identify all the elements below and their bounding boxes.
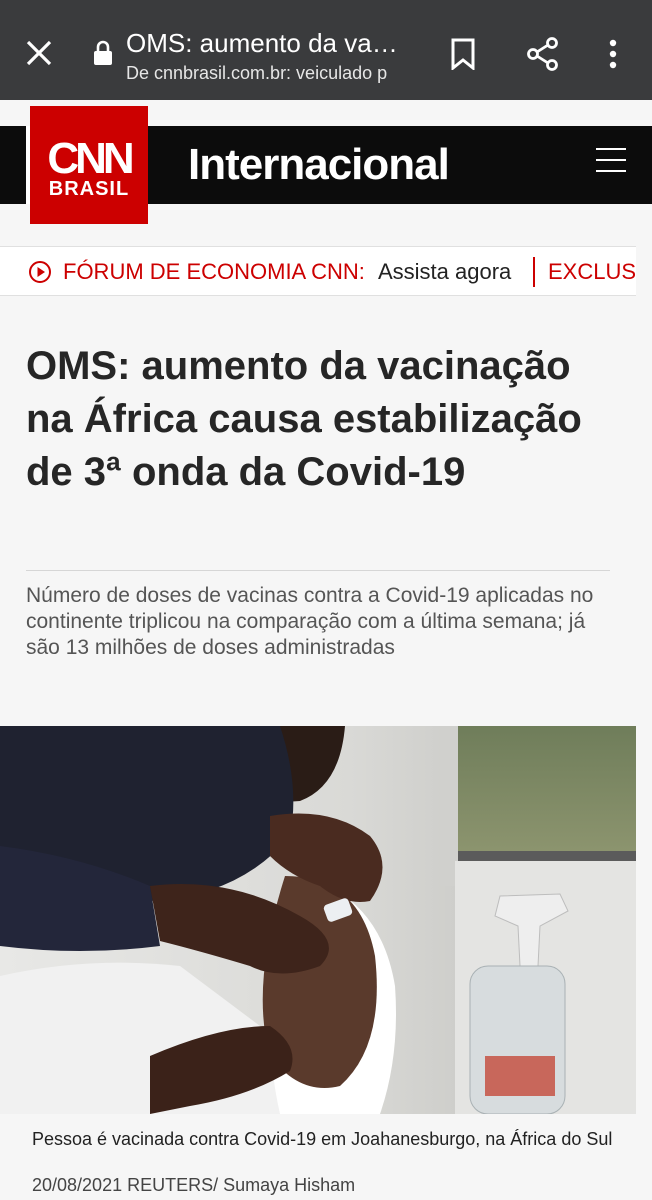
close-icon[interactable]: [24, 38, 54, 68]
article-headline: OMS: aumento da vacinação na África caus…: [26, 344, 582, 494]
hamburger-icon[interactable]: [596, 146, 628, 174]
ticker-label[interactable]: FÓRUM DE ECONOMIA CNN:: [63, 259, 365, 285]
bookmark-icon[interactable]: [450, 38, 476, 70]
photo-credit: 20/08/2021 REUTERS/ Sumaya Hisham: [32, 1175, 356, 1195]
ticker-link[interactable]: Assista agora: [378, 259, 511, 285]
section-title[interactable]: Internacional: [188, 140, 450, 190]
more-vert-icon[interactable]: [600, 38, 626, 70]
url-text[interactable]: De cnnbrasil.com.br: veiculado p: [126, 63, 410, 84]
news-ticker[interactable]: FÓRUM DE ECONOMIA CNN: Assista agora EXC…: [0, 246, 636, 296]
article-photo[interactable]: [0, 726, 636, 1114]
ticker-next-label[interactable]: EXCLUSI: [548, 259, 636, 285]
share-icon[interactable]: [525, 36, 561, 72]
lock-icon: [94, 40, 112, 65]
ticker-separator: [533, 257, 535, 287]
page-title[interactable]: OMS: aumento da vaci...: [126, 28, 410, 59]
article-subtitle: Número de doses de vacinas contra a Covi…: [26, 584, 594, 659]
browser-toolbar: OMS: aumento da vaci... De cnnbrasil.com…: [0, 0, 652, 100]
play-circle-icon: [29, 261, 51, 283]
cnn-brasil-logo[interactable]: CNN BRASIL: [30, 106, 148, 224]
headline-divider: [26, 570, 610, 571]
logo-cnn-text: CNN: [47, 134, 134, 183]
logo-brasil-text: BRASIL: [48, 178, 130, 200]
photo-caption: Pessoa é vacinada contra Covid-19 em Joa…: [32, 1129, 613, 1149]
